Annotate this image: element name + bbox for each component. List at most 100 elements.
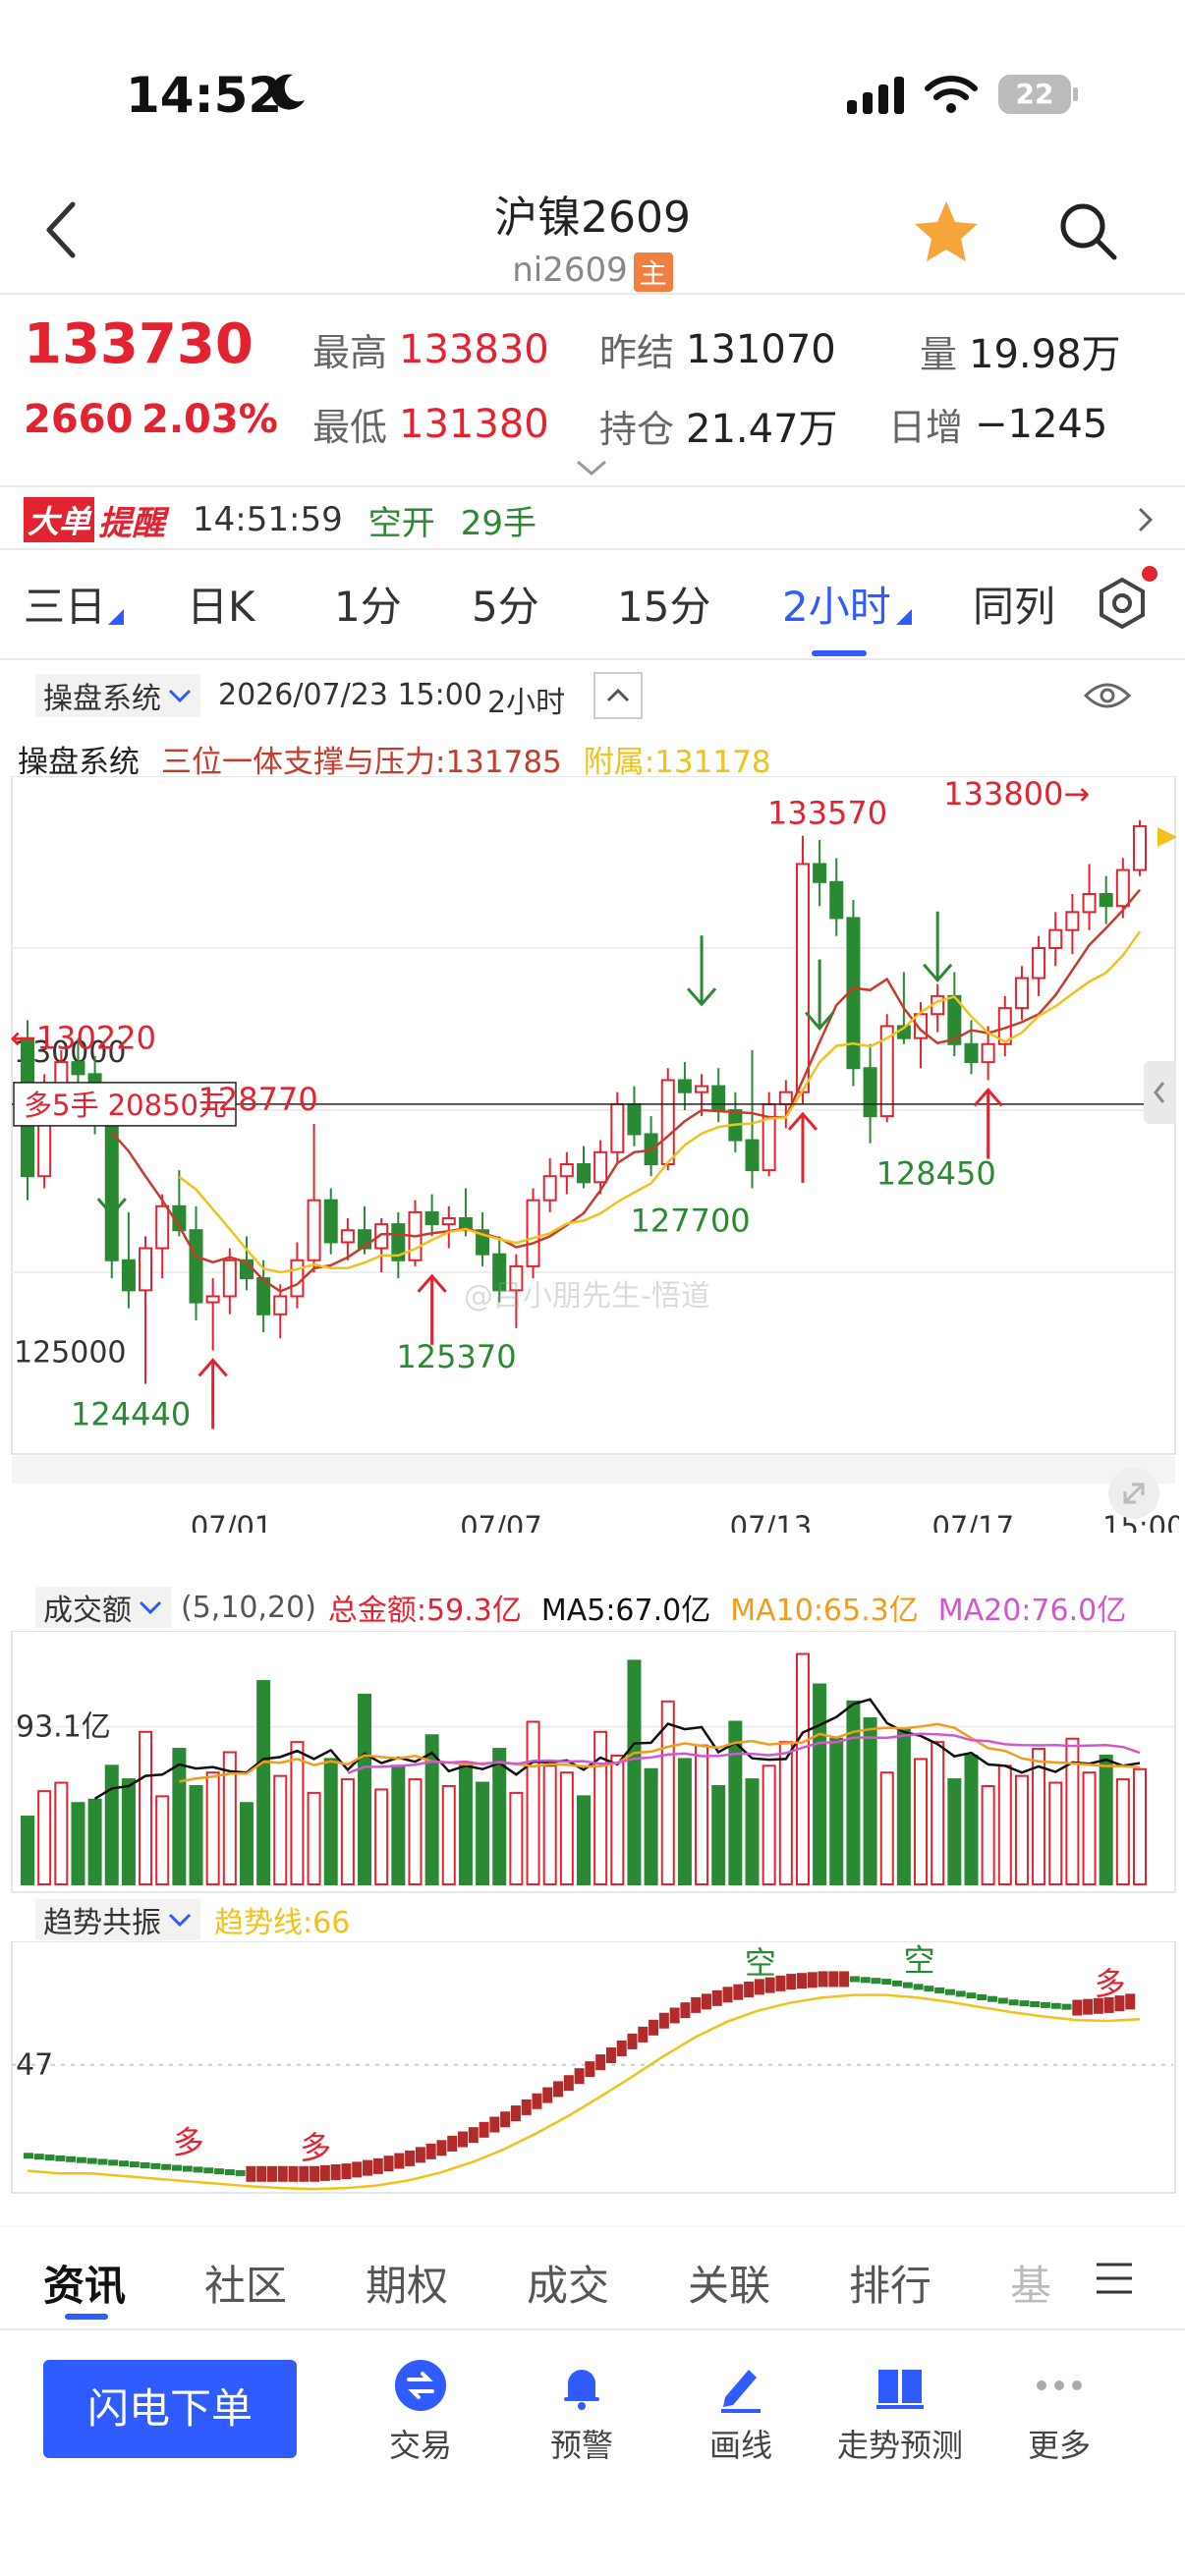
expand-chevron-icon[interactable] — [574, 458, 609, 481]
trend-step — [341, 2163, 352, 2180]
chevron-down-icon — [168, 689, 192, 703]
trend-resonance-chart[interactable]: 47多 多空 空多 — [10, 1941, 1179, 2197]
tab-related[interactable]: 关联 — [688, 2253, 770, 2313]
trend-step — [871, 1978, 881, 1985]
sell-signal-arrow — [96, 1146, 127, 1217]
volume-chart[interactable]: 93.1亿 — [10, 1631, 1179, 1896]
volume-selector[interactable]: 成交额 — [35, 1587, 171, 1628]
nav-forecast[interactable]: 走势预测 — [831, 2358, 969, 2466]
price-annotation: 128450 — [876, 1155, 996, 1193]
candle-body — [189, 1229, 203, 1304]
trend-step — [235, 2169, 246, 2176]
chevron-down-icon — [139, 1600, 162, 1615]
volume-bar — [778, 1741, 793, 1886]
favorite-star-icon[interactable] — [912, 198, 981, 269]
nav-alert[interactable]: 预警 — [531, 2358, 633, 2466]
contract-code: ni2609 主 — [0, 251, 1185, 292]
tab-ranking[interactable]: 排行 — [849, 2253, 931, 2313]
volume-bar — [997, 1764, 1012, 1885]
candle-body — [323, 1199, 338, 1244]
tab-trades[interactable]: 成交 — [527, 2253, 609, 2313]
side-panel-tab[interactable] — [1144, 1061, 1175, 1124]
trend-step — [913, 1984, 924, 1990]
price-change: 2660 — [24, 397, 134, 442]
quote-divider — [0, 485, 1185, 487]
tab-15min[interactable]: 15分 — [617, 574, 710, 634]
alert-badge-text: 提醒 — [98, 503, 166, 543]
price-annotation: 124440 — [71, 1396, 191, 1433]
x-axis-band — [12, 1456, 1175, 1484]
trend-step — [500, 2111, 511, 2128]
candle-body — [1099, 893, 1113, 908]
trend-step — [649, 2019, 659, 2036]
search-icon[interactable] — [1055, 198, 1120, 267]
trend-step — [108, 2159, 119, 2166]
tab-daily-k[interactable]: 日K — [187, 574, 255, 634]
nav-more[interactable]: 更多 — [1008, 2358, 1110, 2466]
trend-step — [97, 2158, 108, 2165]
trend-step — [1030, 2001, 1041, 2008]
tab-options[interactable]: 期权 — [366, 2253, 448, 2313]
candle-body — [593, 1150, 608, 1184]
trend-step — [955, 1990, 966, 1997]
volume-bar — [795, 1652, 810, 1885]
wifi-icon — [924, 73, 979, 120]
candle-body — [778, 1091, 793, 1105]
lightning-order-button[interactable]: 闪电下单 — [43, 2360, 297, 2458]
trend-selector[interactable]: 趋势共振 — [35, 1899, 200, 1940]
tab-news[interactable]: 资讯 — [43, 2253, 126, 2313]
tab-three-day[interactable]: 三日 — [24, 574, 106, 634]
trend-step — [447, 2135, 458, 2152]
volume-bar — [846, 1700, 861, 1885]
fullscreen-icon[interactable] — [1108, 1468, 1159, 1519]
volume-bar — [121, 1778, 136, 1886]
candle-body — [577, 1163, 591, 1184]
trend-step — [881, 1979, 892, 1986]
alert-chevron-right-icon[interactable] — [1136, 505, 1156, 538]
nav-trade[interactable]: 交易 — [369, 2358, 472, 2466]
volume-bar — [1065, 1737, 1080, 1885]
candle-body — [205, 1295, 220, 1304]
trend-step — [977, 1993, 988, 2000]
trend-step — [214, 2168, 225, 2175]
nav-draw[interactable]: 画线 — [690, 2358, 792, 2466]
volume-bar — [391, 1764, 406, 1885]
nav-forecast-label: 走势预测 — [836, 2427, 963, 2464]
tab-5min[interactable]: 5分 — [472, 574, 539, 634]
daily-increase-value: −1245 — [975, 401, 1108, 447]
position-label: 多5手 20850元 — [24, 1089, 227, 1122]
trade-icon — [395, 2360, 446, 2411]
collapse-chevron-up-icon[interactable] — [593, 672, 643, 719]
price-annotation: 128770 — [198, 1081, 318, 1118]
x-tick-label: 07/01 — [191, 1510, 273, 1533]
volume-bar — [577, 1795, 591, 1886]
tab-basis[interactable]: 基 — [1010, 2253, 1051, 2313]
system-selector[interactable]: 操盘系统 — [35, 674, 200, 717]
trend-step — [1019, 2000, 1030, 2007]
active-tab-underline — [812, 650, 867, 656]
tab-2hour[interactable]: 2小时 — [782, 574, 891, 634]
volume-bar — [509, 1791, 524, 1885]
tab-1min[interactable]: 1分 — [334, 574, 402, 634]
trend-step — [140, 2161, 150, 2168]
sell-signal-arrow — [804, 959, 835, 1031]
volume-bar — [492, 1748, 507, 1885]
volume-params: (5,10,20) — [181, 1590, 316, 1625]
trend-step — [266, 2165, 277, 2182]
tab-same-column[interactable]: 同列 — [973, 574, 1055, 634]
volume-bar — [1014, 1774, 1029, 1885]
volume-bar — [896, 1727, 911, 1886]
menu-icon[interactable] — [1095, 2261, 1134, 2300]
nav-alert-label: 预警 — [549, 2427, 613, 2464]
tab-community[interactable]: 社区 — [204, 2253, 287, 2313]
alert-qty: 29手 — [460, 503, 536, 543]
big-order-alert[interactable]: 大单 提醒 14:51:59 空开 29手 — [24, 495, 1163, 544]
candle-body — [139, 1247, 153, 1292]
volume-bar — [273, 1774, 288, 1885]
settings-hexagon-icon[interactable] — [1093, 566, 1157, 637]
trend-step — [532, 2093, 542, 2109]
eye-icon[interactable] — [1083, 678, 1132, 717]
candlestick-chart[interactable]: 130000125000多5手 20850元133570133800→←1302… — [10, 776, 1179, 1533]
volume-bar — [931, 1741, 945, 1886]
volume-bar — [879, 1771, 894, 1885]
